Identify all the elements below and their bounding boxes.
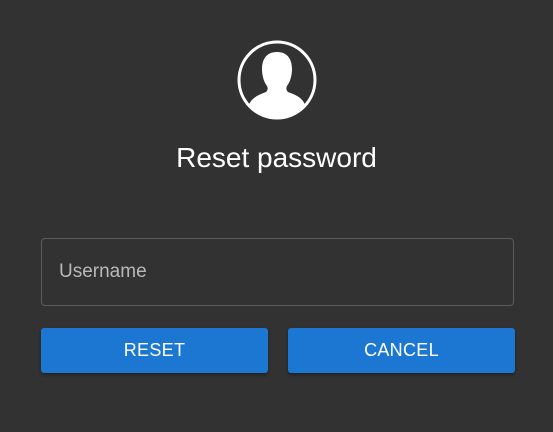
reset-button[interactable]: RESET [41, 328, 268, 373]
cancel-button[interactable]: CANCEL [288, 328, 515, 373]
reset-password-panel: Reset password RESET CANCEL [0, 0, 553, 432]
page-title: Reset password [176, 142, 377, 173]
username-field[interactable] [41, 238, 514, 306]
user-avatar-icon [237, 40, 317, 120]
username-input[interactable] [42, 239, 513, 305]
